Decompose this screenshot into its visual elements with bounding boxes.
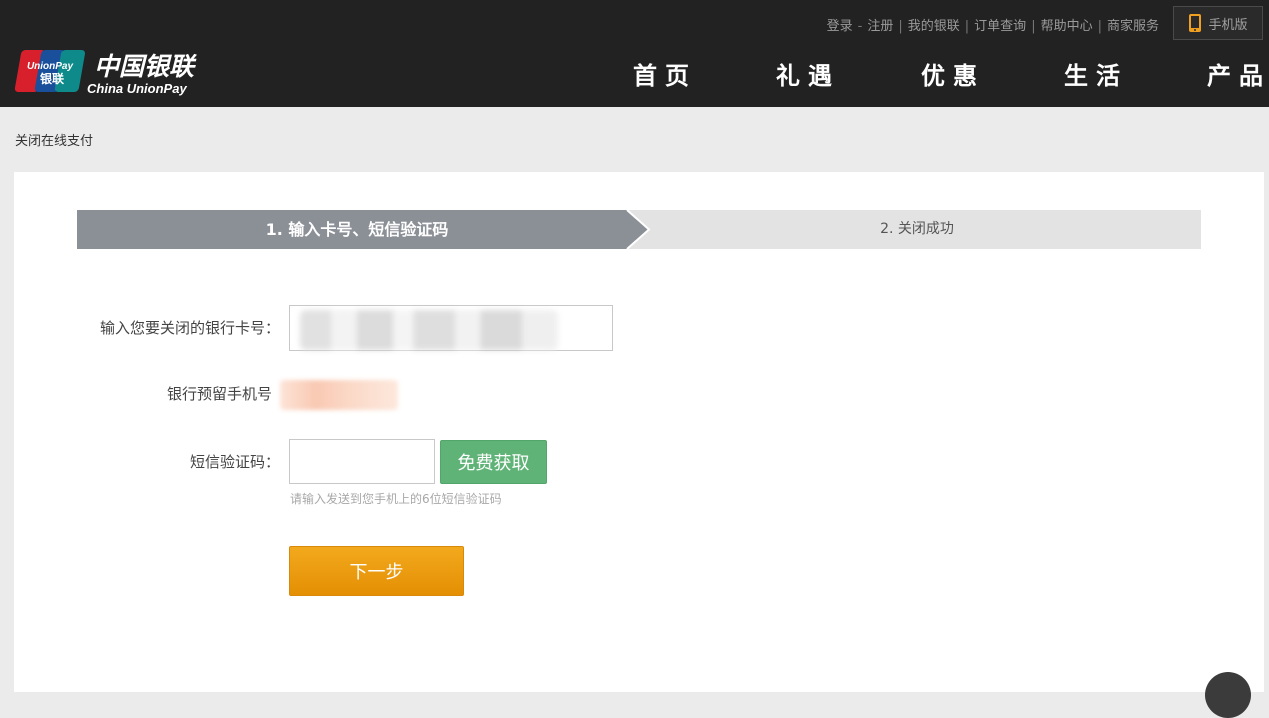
sms-code-hint: 请输入发送到您手机上的6位短信验证码 <box>290 492 502 506</box>
mobile-version-button[interactable]: 手机版 <box>1173 6 1263 40</box>
card-number-masked <box>300 310 558 350</box>
separator: | <box>964 19 970 34</box>
page-title: 关闭在线支付 <box>15 134 94 149</box>
main-nav: 首页 礼遇 优惠 生活 产品 <box>0 56 1269 90</box>
mobile-phone-icon <box>1189 14 1202 32</box>
merchant-service-link[interactable]: 商家服务 <box>1107 19 1159 34</box>
mobile-version-label: 手机版 <box>1208 17 1248 33</box>
separator: | <box>1097 19 1102 34</box>
nav-life[interactable]: 生活 <box>1064 56 1128 91</box>
step1-label: 1. 输入卡号、短信验证码 <box>265 220 449 239</box>
nav-offers[interactable]: 优惠 <box>921 56 985 91</box>
separator: | <box>898 19 903 34</box>
step2-label: 2. 关闭成功 <box>880 221 954 237</box>
my-unionpay-link[interactable]: 我的银联 <box>908 19 960 34</box>
help-center-link[interactable]: 帮助中心 <box>1041 19 1093 34</box>
progress-steps: 1. 输入卡号、短信验证码 2. 关闭成功 <box>77 210 1201 249</box>
next-step-button[interactable]: 下一步 <box>289 546 464 596</box>
nav-products[interactable]: 产品 <box>1207 56 1269 91</box>
login-link[interactable]: 登录 <box>827 19 853 34</box>
separator: - <box>857 19 863 34</box>
order-query-link[interactable]: 订单查询 <box>974 19 1026 34</box>
card-number-label: 输入您要关闭的银行卡号： <box>99 319 280 337</box>
sms-code-label: 短信验证码： <box>189 453 280 471</box>
register-link[interactable]: 注册 <box>867 19 893 34</box>
phone-number-masked <box>280 380 398 410</box>
nav-home[interactable]: 首页 <box>633 56 697 91</box>
nav-rewards[interactable]: 礼遇 <box>776 56 840 91</box>
sms-code-input[interactable] <box>289 439 435 484</box>
separator: | <box>1031 19 1036 34</box>
top-links: 登录 - 注册 | 我的银联 | 订单查询 | 帮助中心 | 商家服务 <box>827 15 1159 34</box>
get-sms-code-button[interactable]: 免费获取 <box>440 440 547 484</box>
content-panel <box>14 172 1264 692</box>
phone-label: 银行预留手机号 <box>166 385 272 403</box>
site-header: UnionPay 银联 中国银联 China UnionPay 登录 - 注册 | 我的… <box>0 0 1269 107</box>
